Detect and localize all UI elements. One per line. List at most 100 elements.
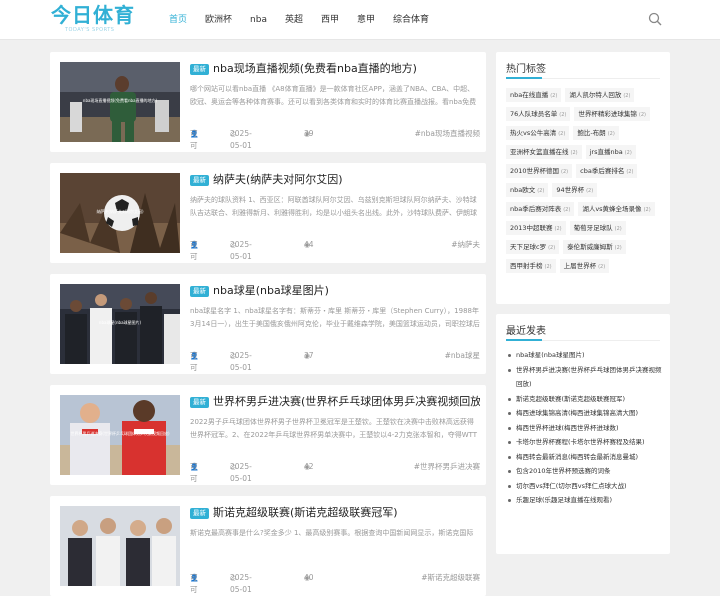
post-tag[interactable]: #世界杯男乒进决赛	[414, 461, 480, 473]
hot-tag-count: (2)	[623, 93, 631, 99]
hot-tag-label: 天下足球c罗	[510, 243, 547, 251]
nav-item-nba[interactable]: nba	[241, 0, 276, 40]
post-tag[interactable]: #斯诺克超级联赛	[421, 572, 480, 584]
widget-title: 热门标签	[506, 64, 546, 75]
hot-tag-count: (2)	[624, 150, 632, 156]
view-count: 39	[304, 129, 314, 138]
nav-item-la-liga[interactable]: 西甲	[312, 0, 348, 40]
post-title[interactable]: 最新 斯诺克超级联赛(斯诺克超级联赛冠军)	[190, 506, 480, 520]
hot-tag-count: (2)	[598, 264, 606, 270]
recent-post-link[interactable]: 切尔西vs拜仁(切尔西vs拜仁点球大战)	[506, 479, 662, 494]
recent-post-link[interactable]: 乐趣足球(乐趣足球直播在线观看)	[506, 493, 662, 508]
post-excerpt: 斯诺克最高赛事是什么?奖金多少 1、最高级别赛事。根据查询中国新闻网显示，斯诺克…	[190, 529, 474, 537]
recent-post-link[interactable]: 梅西进球集锦高清(梅西进球集锦高清大图)	[506, 406, 662, 421]
hot-tag[interactable]: nba在线直播 (2)	[506, 88, 562, 102]
post-meta: 👤 可可 ◷ 2025-05-01 ◉ 42 #世界杯男乒进决赛	[190, 461, 480, 483]
post-title[interactable]: 最新 nba现场直播视频(免费看nba直播的地方)	[190, 62, 480, 76]
hot-tag[interactable]: 2013中超联赛 (2)	[506, 221, 566, 235]
date-text: 2025-05-01	[230, 573, 252, 594]
hot-tag[interactable]: 鲍比-布朗 (2)	[573, 126, 619, 140]
hot-tag[interactable]: 热火vs公牛高清 (2)	[506, 126, 570, 140]
recent-post-link[interactable]: 包含2010年世界杯预选赛的词条	[506, 464, 662, 479]
post-title-text[interactable]: nba球星(nba球星图片)	[213, 284, 329, 297]
post-tag[interactable]: #nba现场直播视频	[415, 128, 480, 140]
post-thumbnail[interactable]: 纳萨夫(纳萨夫对阿尔艾因)	[60, 173, 180, 253]
logo-subtitle: TODAY'S SPORTS	[65, 27, 115, 33]
hot-tag-count: (2)	[643, 207, 651, 213]
post-thumbnail[interactable]: nba现场直播视频(免费看nba直播的地方)	[60, 62, 180, 142]
post-title[interactable]: 最新 nba球星(nba球星图片)	[190, 284, 480, 298]
nav-item-general-sports[interactable]: 综合体育	[384, 0, 438, 40]
hot-tag-label: 葡萄牙足球队	[573, 224, 613, 232]
hot-tag[interactable]: 94世界杯 (2)	[552, 183, 598, 197]
new-badge: 最新	[190, 508, 209, 519]
hot-tag[interactable]: 天下足球c罗 (2)	[506, 240, 560, 254]
post-title-text[interactable]: 纳萨夫(纳萨夫对阿尔艾因)	[213, 173, 343, 186]
hot-tag-count: (2)	[570, 150, 578, 156]
new-badge: 最新	[190, 175, 209, 186]
hot-tag[interactable]: nba欧文 (2)	[506, 183, 549, 197]
hot-tag[interactable]: nba季后赛对阵表 (2)	[506, 202, 575, 216]
hot-tag[interactable]: 葡萄牙足球队 (2)	[569, 221, 626, 235]
hot-tag[interactable]: 湖人vs黄蜂全场录像 (2)	[578, 202, 655, 216]
hot-tag-label: 泰伦斯威廉姆斯	[567, 243, 613, 251]
author-name: 可可	[190, 240, 198, 261]
hot-tag[interactable]: jrs直播nba (2)	[585, 145, 636, 159]
widget-title-underline	[506, 77, 542, 79]
site-logo[interactable]: 今日体育 TODAY'S SPORTS	[51, 4, 141, 36]
date-text: 2025-05-01	[230, 462, 252, 483]
post-excerpt: 纳萨夫的球队资料 1、西亚区：阿联酋球队阿尔艾因、乌兹别克斯坦球队阿尔纳萨夫、沙…	[190, 196, 477, 217]
post-tag[interactable]: #纳萨夫	[451, 239, 480, 251]
hot-tag[interactable]: cba季后赛排名 (2)	[576, 164, 638, 178]
hot-tag-label: 鲍比-布朗	[577, 129, 606, 137]
post-title[interactable]: 最新 世界杯男乒进决赛(世界杯乒乓球团体男乒决赛视频回放)	[190, 395, 480, 409]
post-title-text[interactable]: nba现场直播视频(免费看nba直播的地方)	[213, 62, 417, 75]
nav-item-home[interactable]: 首页	[160, 0, 196, 40]
post-excerpt: 2022男子乒乓球团体世界杯男子世界杯卫冕冠军是王楚钦。王楚钦在决赛中击败林高远…	[190, 418, 478, 439]
hot-tags-widget: 热门标签 nba在线直播 (2) 湖人凯尔特人回放 (2) 76人队球员名单 (2) 世界杯…	[496, 52, 670, 304]
hot-tag-count: (2)	[563, 207, 571, 213]
recent-post-link[interactable]: 卡塔尔世界杯赛程(卡塔尔世界杯赛程及结果)	[506, 435, 662, 450]
post-thumbnail[interactable]: nba球星(nba球星图片)	[60, 284, 180, 364]
recent-post-link[interactable]: 世界杯男乒进决赛(世界杯乒乓球团体男乒决赛视频回放)	[506, 363, 662, 392]
hot-tag[interactable]: 世界杯精彩进球集锦 (2)	[574, 107, 650, 121]
post-title[interactable]: 最新 纳萨夫(纳萨夫对阿尔艾因)	[190, 173, 480, 187]
hot-tag[interactable]: 76人队球员名单 (2)	[506, 107, 571, 121]
hot-tag[interactable]: 西甲射手榜 (2)	[506, 259, 556, 273]
widget-title: 最近发表	[506, 326, 546, 337]
view-count: 44	[304, 240, 314, 249]
post-card: 世界杯男乒进决赛(世界杯乒乓球团体男乒决赛视频回放) 最新 世界杯男乒进决赛(世界…	[50, 385, 486, 485]
new-badge: 最新	[190, 397, 209, 408]
hot-tag[interactable]: 亚洲杯女篮直播在线 (2)	[506, 145, 582, 159]
nav-item-euro-cup[interactable]: 欧洲杯	[196, 0, 241, 40]
hot-tag[interactable]: 湖人凯尔特人回放 (2)	[565, 88, 635, 102]
hot-tag[interactable]: 2010世界杯德国 (2)	[506, 164, 573, 178]
post-meta: 👤 可可 ◷ 2025-05-01 ◉ 44 #纳萨夫	[190, 239, 480, 261]
recent-post-link[interactable]: 斯诺克超级联赛(斯诺克超级联赛冠军)	[506, 392, 662, 407]
post-card: 最新 斯诺克超级联赛(斯诺克超级联赛冠军) 斯诺克最高赛事是什么?奖金多少 1、最…	[50, 496, 486, 596]
view-count: 42	[304, 462, 314, 471]
post-title-text[interactable]: 世界杯男乒进决赛(世界杯乒乓球团体男乒决赛视频回放)	[213, 395, 480, 408]
view-count: 37	[304, 351, 314, 360]
post-tag[interactable]: #nba球星	[445, 350, 480, 362]
recent-post-link[interactable]: nba球星(nba球星图片)	[506, 348, 662, 363]
nav-item-serie-a[interactable]: 意甲	[348, 0, 384, 40]
post-thumbnail[interactable]: 世界杯男乒进决赛(世界杯乒乓球团体男乒决赛视频回放)	[60, 395, 180, 475]
hot-tag-label: 亚洲杯女篮直播在线	[510, 148, 569, 156]
hot-tag-label: 上届世界杯	[563, 262, 597, 270]
recent-post-link[interactable]: 梅西转会最新消息(梅西转会最新消息曼城)	[506, 450, 662, 465]
hot-tag-label: nba季后赛对阵表	[510, 205, 562, 213]
nav-item-premier-league[interactable]: 英超	[276, 0, 312, 40]
post-thumbnail[interactable]	[60, 506, 180, 586]
search-icon[interactable]	[648, 12, 662, 26]
hot-tag-count: (2)	[559, 112, 567, 118]
hot-tag[interactable]: 上届世界杯 (2)	[559, 259, 610, 273]
recent-post-link[interactable]: 梅西世界杯进球(梅西世界杯进球数)	[506, 421, 662, 436]
view-count: 40	[304, 573, 314, 582]
new-badge: 最新	[190, 286, 209, 297]
post-title-text[interactable]: 斯诺克超级联赛(斯诺克超级联赛冠军)	[213, 506, 398, 519]
author-name: 可可	[190, 129, 198, 150]
hot-tag[interactable]: 泰伦斯威廉姆斯 (2)	[563, 240, 626, 254]
hot-tag-label: nba欧文	[510, 186, 536, 194]
hot-tag-count: (2)	[548, 245, 556, 251]
